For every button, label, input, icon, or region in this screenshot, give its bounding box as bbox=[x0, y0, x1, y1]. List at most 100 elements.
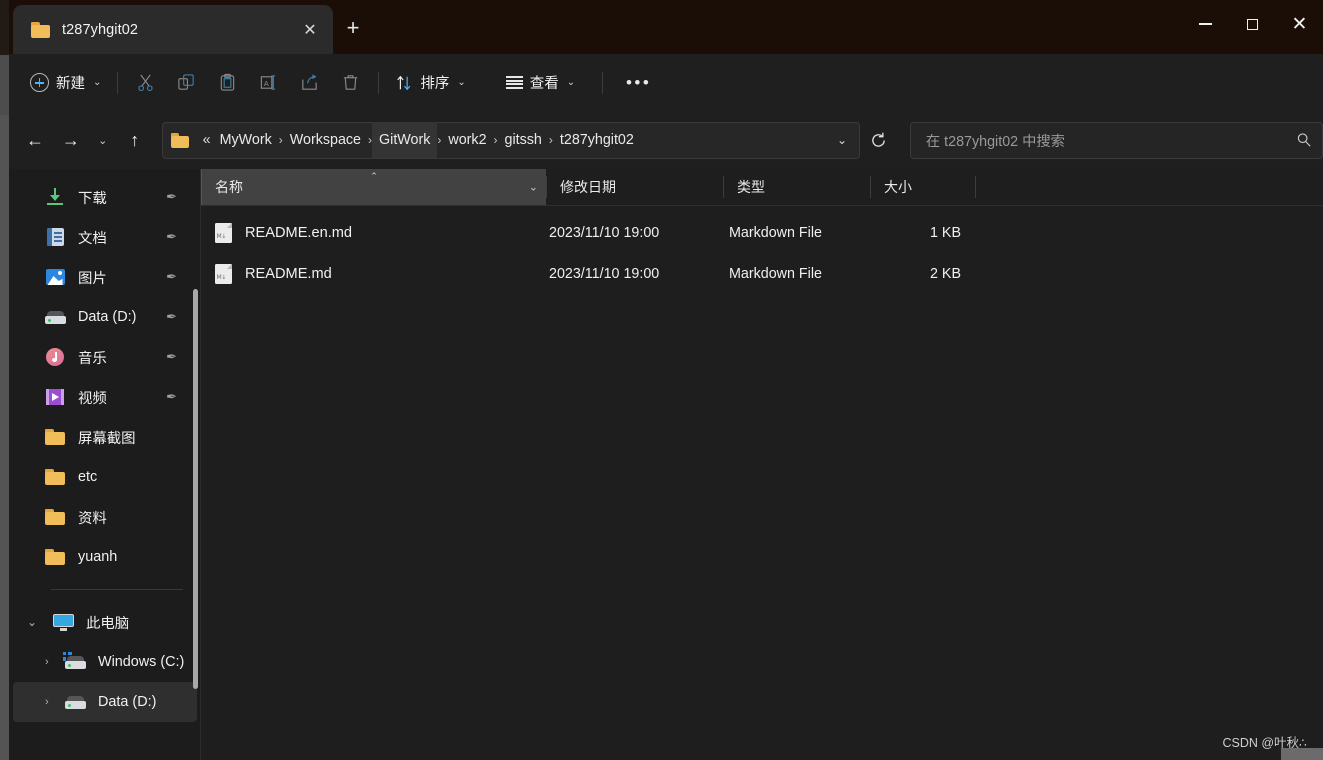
file-name: README.md bbox=[245, 265, 332, 282]
search-box[interactable]: 在 t287yhgit02 中搜索 bbox=[909, 121, 1323, 159]
recent-locations-button[interactable]: ⌄ bbox=[89, 122, 117, 158]
paste-button[interactable] bbox=[207, 65, 248, 101]
forward-button[interactable]: → bbox=[53, 122, 89, 158]
column-header-name[interactable]: ⌃ 名称 ⌄ bbox=[201, 169, 546, 205]
sidebar-item-ziliao[interactable]: 资料 bbox=[13, 497, 197, 537]
cut-button[interactable] bbox=[125, 65, 166, 101]
sidebar-item-yuanh[interactable]: yuanh bbox=[13, 537, 197, 577]
close-tab-icon[interactable]: ✕ bbox=[295, 15, 325, 45]
sidebar-item-pictures[interactable]: 图片 ✒ bbox=[13, 257, 197, 297]
view-button[interactable]: 查看 ⌄ bbox=[497, 65, 584, 101]
resize-grip[interactable] bbox=[1281, 748, 1323, 760]
maximize-button[interactable] bbox=[1229, 0, 1276, 48]
svg-text:A: A bbox=[264, 79, 270, 88]
file-date-modified: 2023/11/10 19:00 bbox=[549, 224, 660, 241]
share-icon bbox=[302, 74, 318, 90]
refresh-button[interactable] bbox=[860, 122, 898, 158]
folder-icon bbox=[170, 132, 189, 148]
sidebar-item-downloads[interactable]: 下载 ✒ bbox=[13, 177, 197, 217]
breadcrumb-item-t287yhgit02[interactable]: t287yhgit02 bbox=[553, 122, 641, 158]
sidebar-item-screenshots[interactable]: 屏幕截图 bbox=[13, 417, 197, 457]
sidebar-item-data-d[interactable]: Data (D:) ✒ bbox=[13, 297, 197, 337]
sidebar-item-data-d-drive[interactable]: › Data (D:) bbox=[13, 682, 197, 722]
breadcrumb-item-mywork[interactable]: MyWork bbox=[213, 122, 279, 158]
toolbar-divider bbox=[378, 71, 380, 94]
markdown-file-icon: M↓ bbox=[201, 222, 245, 243]
file-list-pane: ⌃ 名称 ⌄ 修改日期 类型 大小 M↓ README.en.md 2023/1… bbox=[201, 169, 1323, 760]
breadcrumb-item-gitwork[interactable]: GitWork bbox=[372, 122, 438, 158]
breadcrumb-bar[interactable]: « MyWork › Workspace › GitWork › work2 ›… bbox=[161, 121, 860, 159]
column-header-size[interactable]: 大小 bbox=[871, 169, 975, 205]
folder-icon bbox=[43, 549, 67, 565]
see-more-button[interactable]: ••• bbox=[618, 65, 659, 101]
rename-button[interactable]: A bbox=[248, 65, 289, 101]
breadcrumb-item-gitssh[interactable]: gitssh bbox=[498, 122, 549, 158]
breadcrumb-item-work2[interactable]: work2 bbox=[441, 122, 493, 158]
chevron-down-icon[interactable]: ⌄ bbox=[27, 615, 37, 629]
toolbar-divider bbox=[602, 71, 604, 94]
chevron-right-icon[interactable]: › bbox=[45, 656, 49, 668]
sidebar-item-this-pc[interactable]: ⌄ 此电脑 bbox=[13, 602, 197, 642]
pin-icon[interactable]: ✒ bbox=[166, 389, 177, 405]
sidebar-item-etc[interactable]: etc bbox=[13, 457, 197, 497]
navigation-pane: 下载 ✒ 文档 ✒ 图片 ✒ Data (D:) ✒ 音乐 ✒ 视频 ✒ 屏幕截… bbox=[9, 169, 201, 760]
plus-circle-icon bbox=[30, 73, 49, 92]
breadcrumb-dropdown-icon[interactable]: ⌄ bbox=[825, 133, 859, 147]
scissors-icon bbox=[138, 74, 154, 92]
search-input[interactable]: 在 t287yhgit02 中搜索 bbox=[926, 130, 1296, 151]
breadcrumb-item-workspace[interactable]: Workspace bbox=[283, 122, 368, 158]
file-size: 1 KB bbox=[930, 224, 961, 241]
drive-icon bbox=[63, 695, 87, 709]
markdown-file-icon: M↓ bbox=[201, 263, 245, 284]
sidebar-item-windows-c[interactable]: › Windows (C:) bbox=[13, 642, 197, 682]
sidebar-item-documents[interactable]: 文档 ✒ bbox=[13, 217, 197, 257]
file-name: README.en.md bbox=[245, 224, 353, 241]
new-tab-button[interactable]: + bbox=[337, 12, 369, 44]
table-row[interactable]: M↓ README.md 2023/11/10 19:00 Markdown F… bbox=[201, 253, 1323, 294]
sort-button[interactable]: 排序 ⌄ bbox=[386, 65, 474, 101]
column-header-date-modified[interactable]: 修改日期 bbox=[547, 169, 723, 205]
chevron-down-icon: ⌄ bbox=[457, 77, 466, 88]
minimize-button[interactable] bbox=[1182, 0, 1229, 48]
file-type: Markdown File bbox=[729, 224, 822, 241]
view-button-label: 查看 bbox=[529, 76, 559, 92]
delete-button[interactable] bbox=[330, 65, 371, 101]
chevron-down-icon[interactable]: ⌄ bbox=[529, 181, 538, 194]
copy-button[interactable] bbox=[166, 65, 207, 101]
table-row[interactable]: M↓ README.en.md 2023/11/10 19:00 Markdow… bbox=[201, 212, 1323, 253]
tab-title: t287yhgit02 bbox=[62, 21, 139, 38]
sort-ascending-icon: ⌃ bbox=[370, 171, 378, 181]
sidebar-item-label: Windows (C:) bbox=[98, 654, 185, 670]
up-button[interactable]: ↑ bbox=[117, 122, 153, 158]
sidebar-item-music[interactable]: 音乐 ✒ bbox=[13, 337, 197, 377]
column-divider[interactable] bbox=[975, 176, 976, 198]
sidebar-item-label: 下载 bbox=[78, 190, 107, 207]
share-button[interactable] bbox=[289, 65, 330, 101]
sidebar-item-videos[interactable]: 视频 ✒ bbox=[13, 377, 197, 417]
new-button[interactable]: 新建 ⌄ bbox=[21, 65, 110, 101]
sidebar-item-label: Data (D:) bbox=[78, 309, 137, 325]
pin-icon[interactable]: ✒ bbox=[166, 189, 177, 205]
sidebar-item-label: 音乐 bbox=[78, 350, 107, 367]
column-header-type[interactable]: 类型 bbox=[724, 169, 870, 205]
explorer-body: 下载 ✒ 文档 ✒ 图片 ✒ Data (D:) ✒ 音乐 ✒ 视频 ✒ 屏幕截… bbox=[9, 169, 1323, 760]
pin-icon[interactable]: ✒ bbox=[166, 269, 177, 285]
chevron-right-icon[interactable]: › bbox=[45, 696, 49, 708]
videos-icon bbox=[43, 389, 67, 405]
desktop-background-sliver bbox=[0, 0, 9, 760]
pin-icon[interactable]: ✒ bbox=[166, 309, 177, 325]
rename-icon: A bbox=[261, 75, 276, 90]
close-window-button[interactable]: ✕ bbox=[1276, 0, 1323, 48]
sidebar-scrollbar[interactable] bbox=[193, 289, 198, 689]
download-icon bbox=[43, 188, 67, 206]
pin-icon[interactable]: ✒ bbox=[166, 229, 177, 245]
folder-icon bbox=[43, 429, 67, 445]
toolbar-divider bbox=[117, 71, 119, 94]
back-button[interactable]: ← bbox=[17, 122, 53, 158]
refresh-icon bbox=[872, 132, 886, 147]
pin-icon[interactable]: ✒ bbox=[166, 349, 177, 365]
search-icon bbox=[1297, 133, 1311, 147]
breadcrumb-overflow[interactable]: « bbox=[196, 122, 213, 158]
sort-button-label: 排序 bbox=[420, 76, 450, 92]
tab-t287yhgit02[interactable]: t287yhgit02 ✕ bbox=[13, 5, 333, 54]
